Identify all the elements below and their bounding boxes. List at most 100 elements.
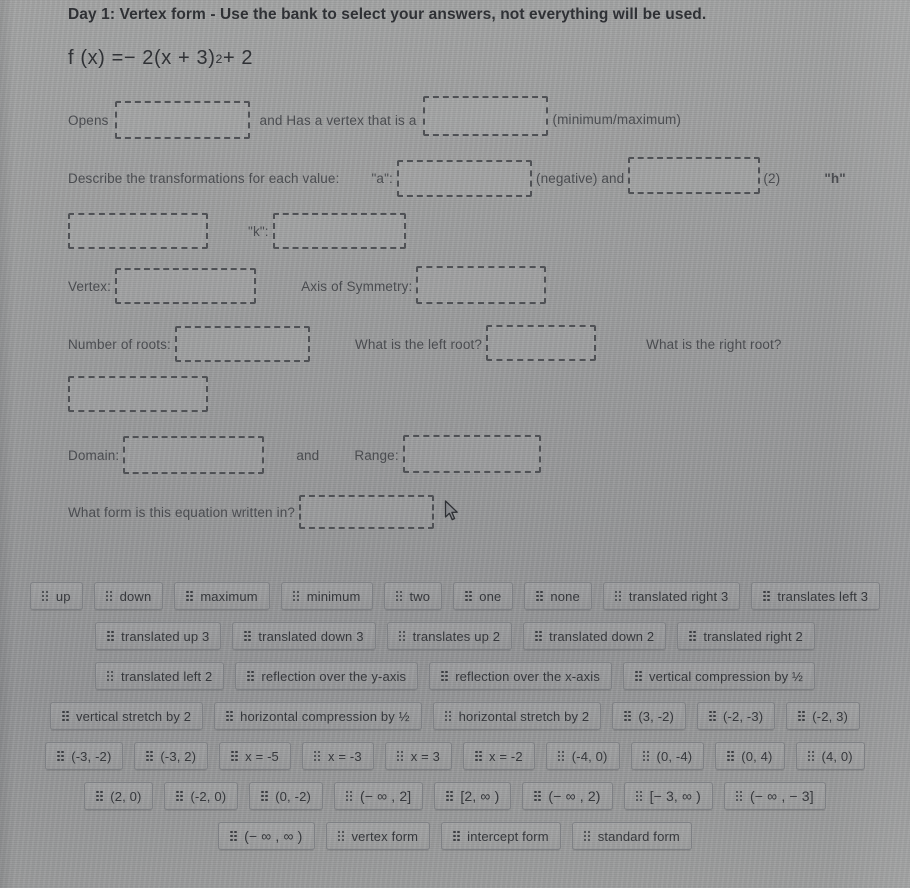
drag-handle-icon[interactable] (345, 790, 353, 802)
word-bank-chip[interactable]: (− ∞ , 2) (522, 782, 613, 810)
drag-handle-icon[interactable] (536, 590, 543, 602)
word-bank-chip[interactable]: intercept form (441, 822, 561, 850)
drag-handle-icon[interactable] (635, 790, 643, 802)
word-bank-chip[interactable]: translated up 3 (95, 622, 222, 650)
drag-handle-icon[interactable] (446, 790, 453, 802)
word-bank-chip[interactable]: [− 3, ∞ ) (623, 782, 713, 810)
drag-handle-icon[interactable] (231, 750, 238, 762)
drag-handle-icon[interactable] (624, 710, 631, 722)
word-bank-chip[interactable]: x = -3 (301, 742, 374, 770)
drag-handle-icon[interactable] (642, 750, 650, 762)
word-bank-chip[interactable]: x = -2 (463, 742, 535, 770)
drag-handle-icon[interactable] (465, 590, 472, 602)
word-bank-chip[interactable]: down (93, 582, 164, 610)
drag-handle-icon[interactable] (261, 790, 268, 802)
left-root-blank[interactable] (486, 324, 597, 361)
drag-handle-icon[interactable] (247, 670, 254, 682)
word-bank-chip[interactable]: maximum (174, 582, 270, 610)
drag-handle-icon[interactable] (534, 790, 541, 802)
opens-blank[interactable] (114, 101, 250, 139)
word-bank-chip[interactable]: horizontal compression by ½ (214, 702, 422, 730)
drag-handle-icon[interactable] (798, 710, 805, 722)
word-bank-chip[interactable]: translated left 2 (94, 662, 225, 690)
drag-handle-icon[interactable] (807, 750, 815, 762)
word-bank-chip[interactable]: (-2, 3) (786, 702, 860, 730)
word-bank-chip[interactable]: x = 3 (384, 742, 453, 770)
drag-handle-icon[interactable] (176, 790, 183, 802)
word-bank-chip[interactable]: vertical stretch by 2 (50, 702, 204, 730)
word-bank-chip[interactable]: minimum (280, 582, 373, 610)
word-bank-chip[interactable]: two (383, 582, 443, 610)
word-bank-chip[interactable]: (-3, 2) (134, 742, 209, 770)
word-bank-chip[interactable]: vertical compression by ½ (623, 662, 816, 690)
word-bank-chip[interactable]: translated down 3 (232, 622, 376, 650)
drag-handle-icon[interactable] (313, 750, 321, 762)
range-blank[interactable] (402, 434, 541, 473)
word-bank-chip[interactable]: (-2, -3) (697, 702, 776, 730)
drag-handle-icon[interactable] (535, 630, 542, 642)
word-bank-chip[interactable]: translates left 3 (751, 582, 881, 610)
word-bank-chip[interactable]: none (524, 582, 592, 610)
drag-handle-icon[interactable] (763, 590, 770, 602)
word-bank-chip[interactable]: (− ∞ , 2] (333, 782, 424, 810)
drag-handle-icon[interactable] (107, 630, 114, 642)
a-value-blank[interactable] (396, 159, 532, 197)
drag-handle-icon[interactable] (105, 590, 113, 602)
drag-handle-icon[interactable] (735, 790, 743, 802)
word-bank-chip[interactable]: (-3, -2) (45, 742, 124, 770)
drag-handle-icon[interactable] (337, 830, 345, 842)
drag-handle-icon[interactable] (614, 590, 622, 602)
word-bank-chip[interactable]: (− ∞ , ∞ ) (218, 822, 315, 850)
axis-of-symmetry-blank[interactable] (416, 266, 547, 304)
domain-blank[interactable] (123, 436, 265, 474)
word-bank-chip[interactable]: (0, -4) (630, 742, 705, 770)
drag-handle-icon[interactable] (186, 590, 193, 602)
drag-handle-icon[interactable] (444, 710, 452, 722)
word-bank-chip[interactable]: translated right 3 (602, 582, 741, 610)
number-of-roots-blank[interactable] (174, 326, 310, 362)
drag-handle-icon[interactable] (106, 670, 114, 682)
word-bank-chip[interactable]: (4, 0) (795, 742, 865, 770)
right-root-blank[interactable] (68, 376, 208, 412)
drag-handle-icon[interactable] (475, 750, 482, 762)
drag-handle-icon[interactable] (396, 750, 404, 762)
word-bank-chip[interactable]: (3, -2) (612, 702, 687, 730)
word-bank-chip[interactable]: up (29, 582, 83, 610)
drag-handle-icon[interactable] (96, 790, 103, 802)
drag-handle-icon[interactable] (146, 750, 153, 762)
word-bank-chip[interactable]: reflection over the y-axis (235, 662, 419, 690)
word-bank-chip[interactable]: standard form (571, 822, 692, 850)
drag-handle-icon[interactable] (727, 750, 734, 762)
word-bank-chip[interactable]: (-2, 0) (164, 782, 239, 810)
word-bank-chip[interactable]: (0, 4) (715, 742, 785, 770)
drag-handle-icon[interactable] (441, 670, 448, 682)
word-bank-chip[interactable]: translated down 2 (523, 622, 667, 650)
drag-handle-icon[interactable] (292, 590, 300, 602)
drag-handle-icon[interactable] (709, 710, 716, 722)
word-bank-chip[interactable]: horizontal stretch by 2 (432, 702, 602, 730)
form-blank[interactable] (299, 495, 435, 529)
vertex-type-blank[interactable] (422, 96, 548, 136)
drag-handle-icon[interactable] (453, 830, 460, 842)
word-bank-chip[interactable]: (-4, 0) (545, 742, 620, 770)
vertex-blank[interactable] (115, 268, 257, 304)
drag-handle-icon[interactable] (62, 710, 69, 722)
drag-handle-icon[interactable] (41, 590, 49, 602)
word-bank-chip[interactable]: translates up 2 (386, 622, 513, 650)
drag-handle-icon[interactable] (689, 630, 696, 642)
drag-handle-icon[interactable] (398, 630, 406, 642)
drag-handle-icon[interactable] (230, 830, 237, 842)
drag-handle-icon[interactable] (244, 630, 251, 642)
word-bank-chip[interactable]: vertex form (325, 822, 431, 850)
word-bank-chip[interactable]: translated right 2 (677, 622, 815, 650)
word-bank-chip[interactable]: (− ∞ , − 3] (723, 782, 826, 810)
word-bank-chip[interactable]: (2, 0) (84, 782, 154, 810)
word-bank-chip[interactable]: one (453, 582, 514, 610)
h-value-blank-2[interactable] (68, 213, 208, 249)
word-bank-chip[interactable]: (0, -2) (249, 782, 323, 810)
word-bank-chip[interactable]: [2, ∞ ) (434, 782, 512, 810)
drag-handle-icon[interactable] (395, 590, 403, 602)
word-bank-chip[interactable]: x = -5 (219, 742, 291, 770)
h-value-blank[interactable] (628, 157, 761, 194)
drag-handle-icon[interactable] (557, 750, 565, 762)
